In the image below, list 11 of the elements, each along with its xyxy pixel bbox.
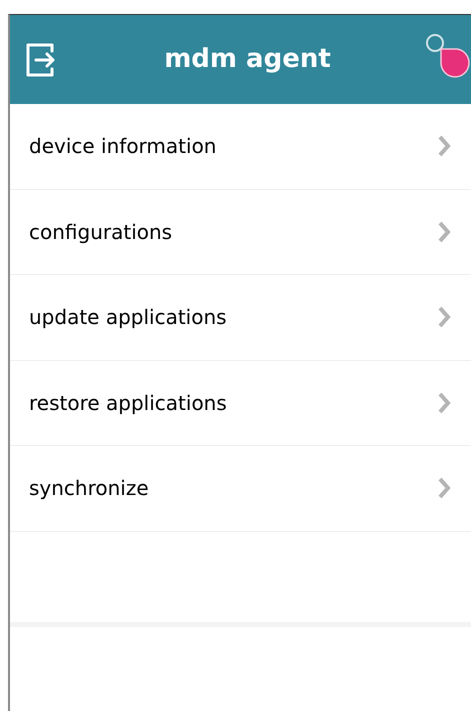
chevron-right-icon (437, 134, 451, 158)
chevron-right-icon (437, 390, 451, 415)
app-title: mdm agent (164, 43, 331, 76)
chevron-right-icon (437, 476, 451, 500)
menu-item[interactable]: restore applications (10, 360, 471, 446)
menu-item[interactable]: synchronize (10, 446, 471, 532)
chevron-right-icon (437, 220, 451, 244)
menu-item[interactable]: update applications (10, 275, 471, 360)
menu-item[interactable]: configurations (10, 190, 471, 275)
menu-item[interactable]: device information (10, 104, 471, 190)
chevron-right-icon (437, 305, 451, 330)
